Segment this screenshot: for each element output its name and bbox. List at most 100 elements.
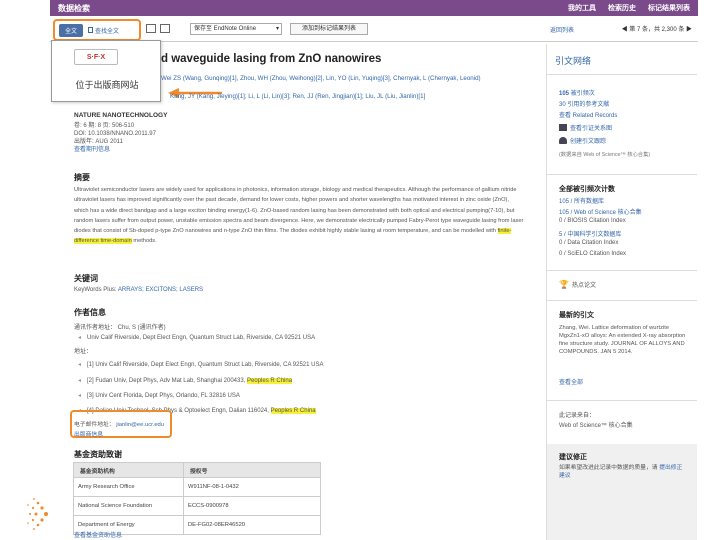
funding-agency: Army Research Office (73, 477, 184, 497)
view-all-link[interactable]: 查看全部 (559, 377, 583, 386)
related-records-link[interactable]: 查看 Related Records (559, 110, 617, 119)
divider (547, 270, 697, 271)
references-label: 引用的参考文献 (567, 102, 610, 108)
doi: DOI: 10.1038/NNANO.2011.97 (74, 131, 156, 137)
record-pager: ◀ 第 7 条，共 2,300 条 ▶ (622, 24, 692, 33)
times-cited-count: 105 (559, 91, 570, 97)
fulltext-options-annotated: 全文 查找全文 (53, 19, 141, 41)
funding-number: ECCS-0900978 (183, 496, 321, 516)
funding-header-row: 基金资助机构 授权号 (73, 462, 321, 478)
fulltext-button[interactable]: 全文 (59, 23, 84, 37)
journal-info-link[interactable]: 查看期刊信息 (74, 146, 156, 154)
find-fulltext-button[interactable]: 查找全文 (86, 24, 121, 37)
record-position[interactable]: ◀ 第 7 条，共 2,300 条 ▶ (622, 24, 692, 33)
references-count: 30 (559, 102, 566, 108)
times-cited-link[interactable]: 105 被引频次 (559, 88, 595, 97)
author-list-text-2[interactable]: Kang, JY (Kang, Jieying)[1]; Li, L (Li, … (170, 93, 425, 100)
addresses-label: 地址： (74, 349, 93, 355)
top-links: 我的工具 检索历史 标记结果列表 (568, 3, 690, 13)
funding-more-link[interactable]: 查看基金资助信息 (74, 530, 122, 539)
usage-heading: 全部被引频次计数 (559, 186, 615, 193)
address-row: ◂ [2] Fudan Univ, Dept Phys, Adv Mat Lab,… (78, 377, 293, 384)
abstract-text: Ultraviolet semiconductor lasers are wid… (74, 185, 524, 247)
hot-paper-badge: 🏆 热点论文 (559, 280, 596, 289)
record-from-label: 此记录来自： (559, 413, 596, 419)
top-nav-bar: 数据检索 我的工具 检索历史 标记结果列表 (50, 0, 698, 16)
usage-data-citation: 0 / Data Citation Index (559, 240, 619, 246)
address-text: Univ Calif Riverside, Dept Elect Engn, Q… (95, 362, 324, 368)
sfx-button[interactable]: S·F·X (74, 49, 118, 65)
save-to-select[interactable]: 保存至 EndNote Online (190, 23, 282, 35)
table-row: Army Research Office W911NF-08-1-0432 (73, 477, 321, 497)
recent-citation-text: Zhang, Wei. Lattice deformation of wurtz… (559, 325, 686, 355)
bullet-icon: ◂ (78, 393, 82, 399)
reprint-address-text: Univ Calif Riverside, Dept Elect Engn, Q… (87, 335, 316, 341)
hot-paper-label: 热点论文 (571, 283, 596, 289)
source-note: (数据来自 Web of Science™ 核心合集) (559, 152, 651, 158)
table-row: National Science Foundation ECCS-0900978 (73, 496, 321, 516)
usage-wos-core[interactable]: 105 / Web of Science 核心合集 (559, 207, 642, 216)
citation-alert-link[interactable]: 创建引文跟踪 (559, 136, 606, 145)
my-tools-link[interactable]: 我的工具 (568, 3, 596, 13)
address-index: [2] (87, 378, 94, 384)
article-title: d waveguide lasing from ZnO nanowires (161, 53, 382, 65)
find-fulltext-label: 查找全文 (95, 28, 120, 35)
funding-table: 基金资助机构 授权号 Army Research Office W911NF-0… (73, 462, 321, 535)
address-country: Peoples R China (247, 378, 293, 384)
address-text: Fudan Univ, Dept Phys, Adv Mat Lab, Shan… (95, 378, 248, 384)
search-history-link[interactable]: 检索历史 (608, 3, 636, 13)
bullet-icon: ◂ (78, 362, 82, 368)
citation-map-icon (559, 124, 567, 131)
funding-heading: 基金资助致谢 (74, 450, 122, 459)
funding-agency-header: 基金资助机构 (73, 462, 184, 478)
usage-biosis: 0 / BIOSIS Citation Index (559, 218, 626, 224)
journal-name: NATURE NANOTECHNOLOGY (74, 112, 168, 119)
usage-scielo: 0 / SciELO Citation Index (559, 251, 627, 257)
marked-list-link[interactable]: 标记结果列表 (648, 3, 690, 13)
times-cited-label: 被引频次 (570, 91, 595, 97)
address-text: Univ Cent Florida, Dept Phys, Orlando, F… (95, 393, 240, 399)
document-icon (88, 27, 94, 33)
author-info-heading: 作者信息 (74, 308, 106, 317)
trophy-icon: 🏆 (559, 280, 569, 289)
citation-alert-label: 创建引文跟踪 (570, 139, 607, 145)
record-toolbar: 全文 查找全文 保存至 EndNote Online 添加到标记结果列表 返回列… (50, 18, 698, 42)
add-to-marked-list-button[interactable]: 添加到标记结果列表 (290, 23, 368, 35)
keywords-plus-values[interactable]: ARRAYS; EXCITONS; LASERS (118, 287, 203, 293)
search-tab[interactable]: 数据检索 (58, 3, 90, 14)
print-icon[interactable] (146, 24, 156, 33)
abstract-heading: 摘要 (74, 173, 90, 182)
bullet-icon: ◂ (78, 335, 82, 341)
divider (547, 174, 697, 175)
fulltext-popup: S·F·X 位于出版商网站 (51, 40, 161, 102)
divider (547, 74, 697, 75)
sidebar-title: 引文网络 (555, 56, 592, 66)
funding-number-header: 授权号 (183, 462, 321, 478)
abstract-body: Ultraviolet semiconductor lasers are wid… (74, 187, 524, 235)
reprint-address: 通讯作者地址： Chu, S (通讯作者) (74, 325, 166, 331)
return-to-list-link[interactable]: 返回列表 (550, 25, 574, 34)
citation-map-label: 查看引证关系图 (570, 126, 613, 132)
divider (547, 400, 697, 401)
divider (547, 300, 697, 301)
article-meta: 卷: 6 期: 8 页: 506-510 DOI: 10.1038/NNANO.… (74, 122, 156, 154)
suggest-heading: 建议修正 (559, 454, 587, 461)
address-country: Peoples R China (270, 408, 316, 414)
publisher-site-button[interactable]: 位于出版商网站 (62, 78, 152, 92)
reprint-address-detail: ◂ Univ Calif Riverside, Dept Elect Engn, … (78, 334, 315, 341)
author-list-text[interactable]: Wei ZS (Wang, Gunqing)[1], Zhou, WH (Zho… (161, 75, 481, 82)
usage-cscd[interactable]: 5 / 中国科学引文数据库 (559, 229, 621, 238)
email-link[interactable]: jianlin@ee.ucr.edu (116, 422, 164, 428)
abstract-end: methods. (131, 238, 157, 245)
publisher-info-link[interactable]: 出版商信息 (74, 429, 103, 438)
author-list-line1: Wei ZS (Wang, Gunqing)[1], Zhou, WH (Zho… (161, 74, 531, 84)
email-icon[interactable] (160, 24, 170, 33)
usage-all-databases[interactable]: 105 / 所有数据库 (559, 196, 604, 205)
publish-date: 出版年: AUG 2011 (74, 139, 123, 145)
funding-number: DE-FG02-08ER46520 (183, 515, 321, 535)
recent-citation-heading: 最新的引文 (559, 312, 594, 319)
address-row: ◂ [3] Univ Cent Florida, Dept Phys, Orlan… (78, 392, 240, 399)
references-link[interactable]: 30 引用的参考文献 (559, 99, 609, 108)
keywords-plus: KeyWords Plus: ARRAYS; EXCITONS; LASERS (74, 287, 203, 293)
citation-map-link[interactable]: 查看引证关系图 (559, 123, 612, 132)
